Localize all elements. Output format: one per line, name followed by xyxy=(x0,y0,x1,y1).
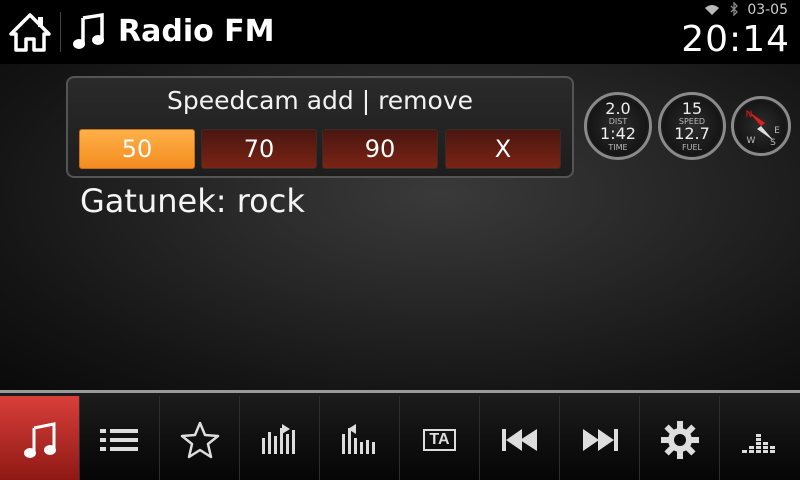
scan-down-icon xyxy=(341,423,375,454)
scan-up-icon xyxy=(261,423,295,454)
scan-down-button[interactable] xyxy=(320,396,400,480)
settings-button[interactable] xyxy=(640,396,720,480)
compass-gauge: N E S W xyxy=(731,96,791,156)
settings-icon xyxy=(660,420,699,459)
home-icon xyxy=(9,13,51,52)
header-divider xyxy=(60,12,61,52)
wifi-icon xyxy=(705,5,720,15)
favorites-button[interactable] xyxy=(160,396,240,480)
speedcam-50-button[interactable]: 50 xyxy=(79,129,195,169)
bottom-bar: TA xyxy=(0,390,800,480)
previous-icon xyxy=(501,428,537,451)
speed-value: 15 xyxy=(681,99,703,118)
time-label: TIME xyxy=(608,143,628,152)
list-icon xyxy=(99,428,138,451)
bluetooth-icon xyxy=(730,1,738,17)
time-value: 1:42 xyxy=(600,124,636,143)
clock: 20:14 xyxy=(681,19,790,60)
page-title: Radio FM xyxy=(118,14,275,49)
ta-button[interactable]: TA xyxy=(400,396,480,480)
music-button[interactable] xyxy=(0,396,80,480)
next-button[interactable] xyxy=(560,396,640,480)
date-display: 03-05 xyxy=(747,2,788,18)
equalizer-button[interactable] xyxy=(720,396,800,480)
speedcam-title: Speedcam add | remove xyxy=(166,86,474,115)
music-note-icon xyxy=(72,12,106,52)
speedcam-90-button[interactable]: 90 xyxy=(322,129,438,169)
speedcam-70-button[interactable]: 70 xyxy=(201,129,317,169)
speed-gauge: 15 SPEED 12.7 FUEL xyxy=(658,92,726,160)
compass-w-label: W xyxy=(746,136,756,146)
fuel-value: 12.7 xyxy=(674,124,710,143)
scan-up-button[interactable] xyxy=(240,396,320,480)
ta-icon: TA xyxy=(423,428,456,451)
next-icon xyxy=(582,428,618,451)
genre-label: Gatunek: rock xyxy=(80,182,305,220)
compass-n-label: N xyxy=(745,110,753,120)
main-area: Speedcam add | remove 50 70 90 X Gatunek… xyxy=(0,64,800,390)
favorite-star-icon xyxy=(180,421,219,458)
dist-value: 2.0 xyxy=(605,99,631,118)
speedcam-panel: Speedcam add | remove 50 70 90 X xyxy=(66,76,574,178)
list-button[interactable] xyxy=(80,396,160,480)
fuel-label: FUEL xyxy=(682,143,702,152)
music-icon xyxy=(23,421,56,458)
trip-gauge: 2.0 DIST 1:42 TIME xyxy=(584,92,652,160)
home-button[interactable] xyxy=(8,10,52,54)
previous-button[interactable] xyxy=(480,396,560,480)
top-bar: Radio FM 03-05 20:14 xyxy=(0,0,800,64)
equalizer-icon xyxy=(742,433,775,453)
speedcam-remove-button[interactable]: X xyxy=(445,129,561,169)
compass-e-label: E xyxy=(774,126,780,136)
